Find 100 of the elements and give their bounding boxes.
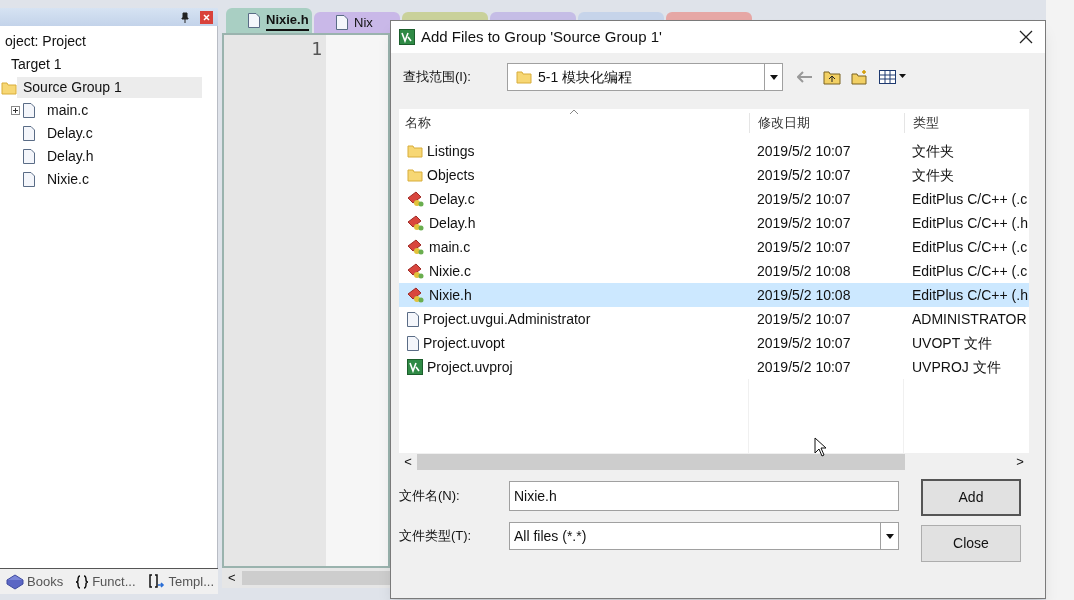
file-row[interactable]: Objects 2019/5/2 10:07 文件夹 <box>399 163 1029 187</box>
pin-icon[interactable] <box>180 11 190 23</box>
file-type: EditPlus C/C++ (.c <box>911 189 1029 209</box>
project-file-icon <box>399 29 415 45</box>
field-label: 文件类型(T): <box>399 527 473 546</box>
file-date: 2019/5/2 10:07 <box>756 309 852 329</box>
scroll-right-button[interactable]: > <box>1011 452 1029 472</box>
file-date: 2019/5/2 10:08 <box>756 261 852 281</box>
scroll-left-button[interactable]: < <box>222 568 242 588</box>
file-name: Delay.c <box>429 189 475 209</box>
tree-item[interactable]: Delay.c <box>35 123 99 144</box>
file-type-dropdown[interactable]: All files (*.*) <box>509 522 899 550</box>
tree-item[interactable]: Target 1 <box>5 54 68 75</box>
mouse-cursor-icon <box>814 437 828 457</box>
close-icon[interactable] <box>1019 30 1033 44</box>
panel-tab[interactable]: Books <box>6 571 64 592</box>
file-icon <box>407 335 419 351</box>
close-icon <box>203 13 210 21</box>
file-row[interactable]: Nixie.h 2019/5/2 10:08 EditPlus C/C++ (.h <box>399 283 1029 307</box>
file-date: 2019/5/2 10:07 <box>756 357 852 377</box>
caret-icon <box>885 533 894 539</box>
file-type: ADMINISTRATOR <box>911 309 1028 329</box>
back-arrow-icon[interactable] <box>797 71 813 83</box>
file-row[interactable]: Project.uvopt 2019/5/2 10:07 UVOPT 文件 <box>399 331 1029 355</box>
file-icon <box>336 15 348 30</box>
folder-icon <box>516 69 532 85</box>
panel-tab[interactable]: Funct... <box>75 571 136 592</box>
file-row[interactable]: Delay.h 2019/5/2 10:07 EditPlus C/C++ (.h <box>399 211 1029 235</box>
tree-item[interactable]: main.c <box>35 100 95 121</box>
up-folder-icon[interactable] <box>823 69 841 85</box>
file-type: EditPlus C/C++ (.c <box>911 237 1029 257</box>
dialog-button[interactable]: Add <box>921 479 1021 516</box>
column-header[interactable]: 类型 <box>904 113 1029 133</box>
file-name: Nixie.c <box>429 261 471 281</box>
project-file-icon <box>407 359 423 375</box>
file-date: 2019/5/2 10:07 <box>756 165 852 185</box>
tree-item[interactable]: oject: Project <box>0 31 92 52</box>
tree-item[interactable]: Nixie.c <box>35 169 95 190</box>
dialog-title: Add Files to Group 'Source Group 1' <box>421 26 663 47</box>
file-date: 2019/5/2 10:07 <box>756 237 852 257</box>
scrollbar-thumb[interactable] <box>241 571 390 585</box>
template-icon <box>147 573 166 590</box>
file-type: UVPROJ 文件 <box>911 357 1002 377</box>
file-name: Project.uvopt <box>423 333 505 353</box>
column-header[interactable]: 名称 <box>399 113 749 133</box>
file-type: 文件夹 <box>911 165 955 185</box>
file-name: main.c <box>429 237 471 257</box>
tree-item[interactable]: Source Group 1 <box>17 77 202 98</box>
file-type: EditPlus C/C++ (.c <box>911 261 1029 281</box>
file-row[interactable]: Delay.c 2019/5/2 10:07 EditPlus C/C++ (.c <box>399 187 1029 211</box>
file-name: Project.uvproj <box>427 357 513 377</box>
file-date: 2019/5/2 10:07 <box>756 141 852 161</box>
panel-tab[interactable]: Templ... <box>147 571 214 592</box>
file-date: 2019/5/2 10:07 <box>756 189 852 209</box>
source-file-icon <box>407 263 425 279</box>
file-type: EditPlus C/C++ (.h <box>911 213 1029 233</box>
file-type: UVOPT 文件 <box>911 333 993 353</box>
file-name: Objects <box>427 165 475 185</box>
file-icon <box>248 13 260 28</box>
file-row[interactable]: Nixie.c 2019/5/2 10:08 EditPlus C/C++ (.c <box>399 259 1029 283</box>
close-button[interactable] <box>200 10 213 24</box>
source-file-icon <box>407 215 425 231</box>
scrollbar-thumb[interactable] <box>417 454 905 470</box>
file-type: 文件夹 <box>911 141 955 161</box>
file-name-field[interactable]: Nixie.h <box>509 481 899 511</box>
source-file-icon <box>407 287 425 303</box>
folder-icon <box>407 143 423 159</box>
column-header[interactable]: 修改日期 <box>749 113 904 133</box>
file-name: Listings <box>427 141 475 161</box>
file-name: Project.uvgui.Administrator <box>423 309 591 329</box>
view-menu-icon[interactable] <box>879 70 907 84</box>
caret-icon <box>769 74 778 80</box>
file-date: 2019/5/2 10:07 <box>756 213 852 233</box>
file-row[interactable]: main.c 2019/5/2 10:07 EditPlus C/C++ (.c <box>399 235 1029 259</box>
expand-icon[interactable] <box>10 106 20 115</box>
field-label: 文件名(N): <box>399 487 461 506</box>
editor-tab[interactable]: Nixie.h <box>226 8 312 33</box>
book-icon <box>6 573 24 590</box>
file-date: 2019/5/2 10:08 <box>756 285 852 305</box>
braces-icon <box>75 574 90 589</box>
source-file-icon <box>407 239 425 255</box>
file-date: 2019/5/2 10:07 <box>756 333 852 353</box>
dialog-button[interactable]: Close <box>921 525 1021 562</box>
file-icon <box>407 311 419 327</box>
new-folder-icon[interactable] <box>851 69 869 85</box>
field-label: 查找范围(I): <box>403 68 472 87</box>
file-row[interactable]: Project.uvgui.Administrator 2019/5/2 10:07 ADMINISTRATOR <box>399 307 1029 331</box>
file-type: EditPlus C/C++ (.h <box>911 285 1029 305</box>
file-row[interactable]: Project.uvproj 2019/5/2 10:07 UVPROJ 文件 <box>399 355 1029 379</box>
file-icon <box>23 149 35 164</box>
scroll-left-button[interactable]: < <box>399 452 417 472</box>
file-name: Nixie.h <box>429 285 472 305</box>
file-name: Delay.h <box>429 213 476 233</box>
file-row[interactable]: Listings 2019/5/2 10:07 文件夹 <box>399 139 1029 163</box>
tree-item[interactable]: Delay.h <box>35 146 100 167</box>
look-in-dropdown[interactable]: 5-1 模块化编程 <box>507 63 783 91</box>
file-icon <box>23 103 35 118</box>
source-file-icon <box>407 191 425 207</box>
line-number: 1 <box>310 37 322 61</box>
editor-tab[interactable]: Nix <box>314 12 400 33</box>
